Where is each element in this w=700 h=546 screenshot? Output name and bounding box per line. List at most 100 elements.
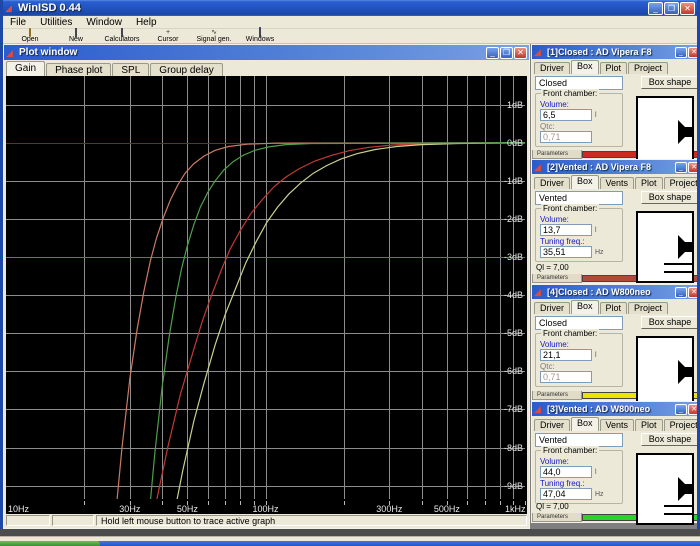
project-minimize-button[interactable]: _ xyxy=(675,46,687,58)
menu-item-help[interactable]: Help xyxy=(129,17,164,28)
app-icon: ◢ xyxy=(5,3,12,13)
field-input-tuning-freq[interactable]: 35,51 xyxy=(540,246,592,258)
taskbar xyxy=(0,541,700,546)
project-minimize-button[interactable]: _ xyxy=(675,286,687,298)
box-shape-button[interactable]: Box shape xyxy=(641,316,697,329)
title-bar: ◢ WinISD 0.44 _ ❐ ✕ xyxy=(3,0,697,16)
tab-plot[interactable]: Plot xyxy=(635,177,663,189)
field-row: 44,0 l xyxy=(540,466,618,478)
tab-phase-plot[interactable]: Phase plot xyxy=(46,63,112,76)
menu-item-file[interactable]: File xyxy=(3,17,33,28)
parameters-tab[interactable]: Parameters xyxy=(532,273,582,283)
x-tick-mark xyxy=(422,501,423,505)
toolbar-button-signal-gen[interactable]: ∿ Signal gen. xyxy=(191,29,237,43)
field-label-tuning-freq: Tuning freq.: xyxy=(540,479,585,488)
x-tick-label: 10Hz xyxy=(8,504,30,514)
tab-plot[interactable]: Plot xyxy=(599,62,628,74)
x-tick-mark xyxy=(500,501,501,505)
plot-window-icon: ◢ xyxy=(6,47,13,58)
project-tab-bar: Driver Box Vents Plot Project xyxy=(532,416,697,431)
parameters-tab[interactable]: Parameters xyxy=(532,512,582,522)
toolbar-label: Cursor xyxy=(157,36,179,43)
box-shape-button[interactable]: Box shape xyxy=(641,191,697,204)
project-close-button[interactable]: ✕ xyxy=(688,403,697,415)
front-chamber-group: Front chamber: Volume: 6,5 l Qtc: 0,71 xyxy=(535,89,623,147)
box-shape-preview xyxy=(636,336,694,408)
tab-project[interactable]: Project xyxy=(663,419,697,431)
tab-box[interactable]: Box xyxy=(571,60,599,74)
maximize-button[interactable]: ❐ xyxy=(664,1,679,15)
toolbar-button-calculators[interactable]: Calculators xyxy=(99,28,145,43)
project-close-button[interactable]: ✕ xyxy=(688,286,697,298)
field-input-volume[interactable]: 44,0 xyxy=(540,466,592,478)
toolbar-label: Open xyxy=(21,36,39,43)
field-label-volume: Volume: xyxy=(540,457,569,466)
toolbar-button-windows[interactable]: Windows xyxy=(237,27,283,43)
toolbar-button-new[interactable]: New xyxy=(53,28,99,43)
box-type-row: Closed Box shape xyxy=(535,316,697,330)
box-tab-content: Vented Box shape Front chamber: Volume: 44,0… xyxy=(532,431,697,525)
windows-icon xyxy=(259,27,261,37)
project-window-icon: ◢ xyxy=(534,162,541,172)
tab-project[interactable]: Project xyxy=(628,302,669,314)
parameters-tab[interactable]: Parameters xyxy=(532,390,582,400)
box-shape-preview xyxy=(636,211,694,283)
plot-maximize-button[interactable]: ❐ xyxy=(500,46,513,59)
project-window-title: [1]Closed : AD Vipera F8 xyxy=(547,47,652,57)
minimize-button[interactable]: _ xyxy=(648,1,663,15)
ql-value: Ql = 7,00 xyxy=(536,502,569,511)
project-close-button[interactable]: ✕ xyxy=(688,161,697,173)
field-input-volume[interactable]: 21,1 xyxy=(540,349,592,361)
toolbar-button-cursor[interactable]: + Cursor xyxy=(145,29,191,43)
tab-gain[interactable]: Gain xyxy=(6,61,46,76)
y-tick-label: -7dB xyxy=(503,404,523,415)
tab-box[interactable]: Box xyxy=(571,300,599,314)
tab-driver[interactable]: Driver xyxy=(534,177,570,189)
status-panel-2 xyxy=(52,515,94,526)
plot-canvas[interactable]: 1dB 0dB -1dB -2dB -3dB -4dB -5dB -6dB -7dB -8dB -9… xyxy=(4,76,529,501)
project-window-title-bar: ◢ [1]Closed : AD Vipera F8 _ ✕ xyxy=(532,45,697,59)
tab-box[interactable]: Box xyxy=(571,417,599,431)
toolbar-label: Signal gen. xyxy=(196,36,232,43)
tab-spl[interactable]: SPL xyxy=(112,63,150,76)
toolbar-button-open[interactable]: Open xyxy=(7,28,53,43)
box-shape-button[interactable]: Box shape xyxy=(641,76,697,89)
tab-driver[interactable]: Driver xyxy=(534,62,570,74)
tab-plot[interactable]: Plot xyxy=(599,302,628,314)
project-window-title: [3]Vented : AD W800neo xyxy=(547,404,651,414)
field-input-qtc: 0,71 xyxy=(540,371,592,383)
toolbar: Open New Calculators + Cursor ∿ Signal gen. Win… xyxy=(3,27,697,44)
menu-item-utilities[interactable]: Utilities xyxy=(33,17,79,28)
x-tick-label: 500Hz xyxy=(433,504,460,514)
field-input-volume[interactable]: 6,5 xyxy=(540,109,592,121)
project-minimize-button[interactable]: _ xyxy=(675,161,687,173)
tab-driver[interactable]: Driver xyxy=(534,419,570,431)
field-input-volume[interactable]: 13,7 xyxy=(540,224,592,236)
menu-item-window[interactable]: Window xyxy=(79,17,129,28)
tab-project[interactable]: Project xyxy=(663,177,697,189)
close-button[interactable]: ✕ xyxy=(680,1,695,15)
y-tick-label: -9dB xyxy=(503,480,523,491)
plot-minimize-button[interactable]: _ xyxy=(486,46,499,59)
project-window-icon: ◢ xyxy=(534,287,541,297)
project-minimize-button[interactable]: _ xyxy=(675,403,687,415)
toolbar-label: New xyxy=(68,36,83,43)
tab-group-delay[interactable]: Group delay xyxy=(150,63,223,76)
parameters-tab[interactable]: Parameters xyxy=(532,149,582,159)
tab-box[interactable]: Box xyxy=(571,175,599,189)
tab-vents[interactable]: Vents xyxy=(599,177,635,189)
box-type-field[interactable]: Vented xyxy=(535,191,623,205)
plot-close-button[interactable]: ✕ xyxy=(514,46,527,59)
tab-plot[interactable]: Plot xyxy=(635,419,663,431)
tab-vents[interactable]: Vents xyxy=(599,419,635,431)
box-type-field[interactable]: Vented xyxy=(535,433,623,447)
project-close-button[interactable]: ✕ xyxy=(688,46,697,58)
menu-bar: File Utilities Window Help xyxy=(3,16,697,29)
box-type-field[interactable]: Closed xyxy=(535,316,623,330)
start-button[interactable] xyxy=(0,541,100,546)
field-input-tuning-freq[interactable]: 47,04 xyxy=(540,488,592,500)
box-shape-button[interactable]: Box shape xyxy=(641,433,697,446)
box-type-field[interactable]: Closed xyxy=(535,76,623,90)
tab-driver[interactable]: Driver xyxy=(534,302,570,314)
tab-project[interactable]: Project xyxy=(628,62,669,74)
